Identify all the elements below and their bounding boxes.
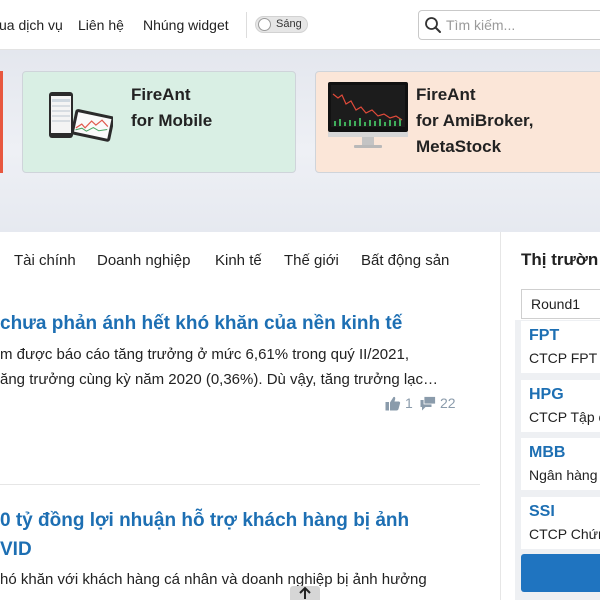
nav-divider xyxy=(246,12,247,38)
category-tab-world[interactable]: Thế giới xyxy=(284,252,339,269)
article-title[interactable]: 0 tỷ đồng lợi nhuận hỗ trợ khách hàng bị… xyxy=(0,507,409,535)
promo-card-amibroker[interactable]: FireAnt for AmiBroker, MetaStock xyxy=(315,71,600,173)
article-title-continued[interactable]: VID xyxy=(0,536,32,564)
stock-name: CTCP FPT xyxy=(529,350,598,366)
round-select[interactable]: Round1 xyxy=(521,289,600,319)
phone-app-icon xyxy=(49,92,113,142)
stock-symbol: FPT xyxy=(529,327,560,344)
search-icon[interactable] xyxy=(424,16,442,34)
thumbs-up-icon[interactable] xyxy=(385,396,401,411)
scroll-to-top-button[interactable] xyxy=(290,586,320,600)
nav-link-services[interactable]: ua dịch vụ xyxy=(0,17,63,33)
top-navigation-bar: ua dịch vụ Liên hệ Nhúng widget Sáng xyxy=(0,0,600,50)
comment-count: 22 xyxy=(440,395,456,411)
article-title[interactable]: chưa phản ánh hết khó khăn của nền kinh … xyxy=(0,310,402,338)
article-summary: ăng trưởng cùng kỳ năm 2020 (0,36%). Dù … xyxy=(0,371,439,388)
category-tab-business[interactable]: Doanh nghiệp xyxy=(97,252,190,269)
stock-item-hpg[interactable]: HPG CTCP Tập c xyxy=(521,380,600,432)
stock-name: Ngân hàng xyxy=(529,467,598,483)
desktop-monitor-icon xyxy=(328,82,408,148)
promo-card-partial[interactable] xyxy=(0,71,3,173)
stock-symbol: HPG xyxy=(529,386,564,403)
stock-name: CTCP Chứn xyxy=(529,526,600,542)
category-tab-economy[interactable]: Kinh tế xyxy=(215,252,262,269)
search-input[interactable] xyxy=(446,17,596,33)
like-count: 1 xyxy=(405,395,413,411)
promo-title-mobile: FireAnt for Mobile xyxy=(131,85,213,130)
article-summary: m được báo cáo tăng trưởng ở mức 6,61% t… xyxy=(0,346,410,363)
search-box[interactable] xyxy=(418,10,600,40)
toggle-knob xyxy=(258,18,271,31)
stock-item-fpt[interactable]: FPT CTCP FPT xyxy=(521,321,600,373)
promo-title-amibroker: FireAnt for AmiBroker, MetaStock xyxy=(416,85,534,156)
nav-link-contact[interactable]: Liên hệ xyxy=(78,17,124,33)
promo-card-mobile[interactable]: FireAnt for Mobile xyxy=(22,71,296,173)
market-panel-title: Thị trườn xyxy=(521,250,599,269)
stock-symbol: SSI xyxy=(529,503,555,520)
stock-symbol: MBB xyxy=(529,444,566,461)
market-action-button[interactable] xyxy=(521,554,600,592)
arrow-up-icon xyxy=(299,586,311,599)
category-navigation: Tài chính Doanh nghiệp Kinh tế Thế giới … xyxy=(0,232,500,288)
category-tab-finance[interactable]: Tài chính xyxy=(14,252,76,269)
category-tab-real-estate[interactable]: Bất động sản xyxy=(361,252,449,269)
article-divider xyxy=(0,484,480,485)
theme-label: Sáng xyxy=(276,18,302,30)
promo-banner: FireAnt for Mobile FireAnt for AmiBroker… xyxy=(0,50,600,232)
comment-icon[interactable] xyxy=(420,396,436,411)
article-summary: hó khăn với khách hàng cá nhân và doanh … xyxy=(0,571,427,588)
stock-item-ssi[interactable]: SSI CTCP Chứn xyxy=(521,497,600,549)
column-divider xyxy=(500,232,501,600)
theme-toggle[interactable]: Sáng xyxy=(255,16,308,33)
stock-name: CTCP Tập c xyxy=(529,409,600,425)
nav-link-embed-widget[interactable]: Nhúng widget xyxy=(143,17,229,33)
stock-item-mbb[interactable]: MBB Ngân hàng xyxy=(521,438,600,490)
